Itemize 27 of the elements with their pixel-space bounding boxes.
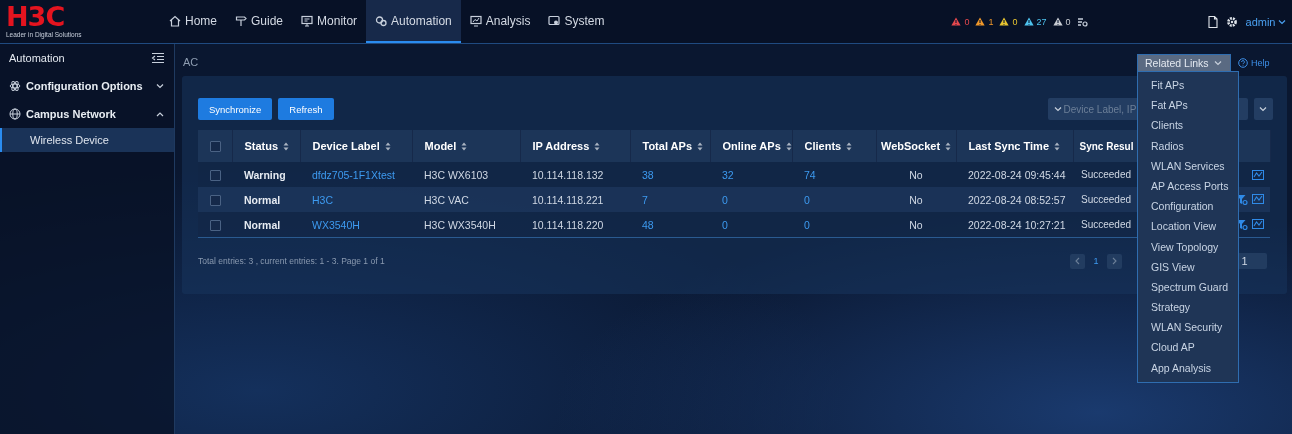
table-cell: Normal	[244, 193, 281, 206]
alarm-count: 27	[1036, 16, 1047, 27]
table-cell: 2022-08-24 08:52:57	[968, 193, 1066, 206]
alarm-count: 0	[1065, 16, 1071, 27]
table-cell: Normal	[244, 218, 281, 231]
table-cell: 2022-08-24 09:45:44	[968, 168, 1066, 181]
alarm-count: 0	[1012, 16, 1018, 27]
entries-summary: Total entries: 3 , current entries: 1 - 3. Page 1 of 1	[198, 256, 385, 266]
table-cell: No	[909, 168, 923, 181]
logo: H3C	[6, 5, 65, 29]
breadcrumb: AC	[183, 56, 199, 68]
table-cell: Succeeded	[1081, 194, 1132, 205]
table-cell: No	[909, 218, 923, 231]
table-cell: Succeeded	[1081, 219, 1132, 230]
alarm-count: 0	[964, 16, 970, 27]
table-cell: 10.114.118.220	[532, 218, 604, 231]
table-cell: 10.114.118.221	[532, 193, 604, 206]
table-cell: 2022-08-24 10:27:21	[968, 218, 1066, 231]
sidebar-title: Automation	[9, 52, 65, 64]
table-cell: H3C WX6103	[424, 168, 489, 181]
table-cell: Warning	[244, 168, 286, 181]
table-cell: Succeeded	[1081, 169, 1132, 180]
table-cell: 10.114.118.132	[532, 168, 604, 181]
alarm-count: 1	[988, 16, 994, 27]
table-cell: No	[909, 193, 923, 206]
table-cell: H3C VAC	[424, 193, 469, 206]
table-cell: H3C WX3540H	[424, 218, 496, 231]
